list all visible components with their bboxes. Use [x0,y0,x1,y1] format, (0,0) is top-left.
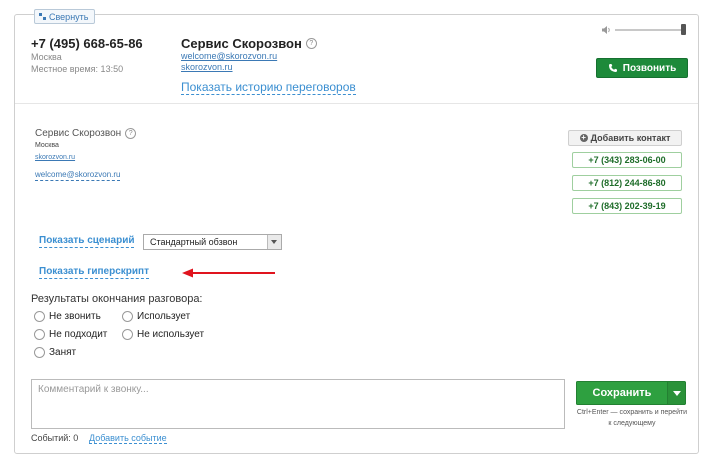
show-hyperscript-link[interactable]: Показать гиперскрипт [39,266,149,279]
red-arrow-annotation [182,268,275,278]
comment-textarea[interactable]: Комментарий к звонку... [31,379,565,429]
divider [15,103,698,104]
collapse-button[interactable]: Свернуть [34,9,96,24]
events-count: Событий: 0 [31,433,79,443]
contact-phone-button[interactable]: +7 (812) 244-86-80 [572,175,682,191]
volume-track[interactable] [615,29,685,31]
company-email-link[interactable]: welcome@skorozvon.ru [181,51,277,61]
radio-label: Занят [49,347,77,358]
contact-site-link[interactable]: skorozvon.ru [35,154,75,161]
add-contact-button[interactable]: + Добавить контакт [568,130,682,146]
save-button[interactable]: Сохранить [576,381,667,405]
call-button[interactable]: Позвонить [596,58,688,78]
add-event-link[interactable]: Добавить событие [89,433,167,444]
chevron-down-icon[interactable] [267,235,281,249]
add-contact-label: Добавить контакт [590,133,671,143]
save-hint: Ctrl+Enter — сохранить и перейти к следу… [576,409,688,427]
contact-name: Сервис Скорозвон ? [35,128,137,139]
contact-name-text: Сервис Скорозвон [35,128,122,139]
result-radio-option[interactable]: Использует [122,311,190,322]
results-label: Результаты окончания разговора: [31,293,203,305]
collapse-icon [39,13,46,20]
radio-label: Использует [137,311,191,322]
volume-knob[interactable] [681,24,686,35]
call-button-label: Позвонить [622,62,677,74]
result-radio-option[interactable]: Занят [34,347,76,358]
result-radio-option[interactable]: Не звонить [34,311,101,322]
save-button-group[interactable]: Сохранить [576,381,686,405]
help-icon[interactable]: ? [305,38,317,49]
radio-label: Не подходит [49,329,108,340]
scenario-select[interactable]: Стандартный обзвон [143,234,282,250]
volume-control[interactable] [601,24,689,36]
radio-circle[interactable] [34,347,45,358]
result-radio-option[interactable]: Не подходит [34,329,107,340]
local-time: Местное время: 13:50 [31,64,124,74]
radio-circle[interactable] [122,311,133,322]
company-name-text: Сервис Скорозвон [181,36,302,51]
contact-email-link[interactable]: welcome@skorozvon.ru [35,170,121,181]
speaker-icon [602,26,610,34]
radio-circle[interactable] [34,329,45,340]
phone-icon [608,64,617,72]
company-site-link[interactable]: skorozvon.ru [181,62,233,72]
contact-city: Москва [35,142,59,149]
result-radio-option[interactable]: Не использует [122,329,204,340]
contact-phone-button[interactable]: +7 (843) 202-39-19 [572,198,682,214]
caller-phone: +7 (495) 668-65-86 [31,36,143,51]
scenario-selected-value: Стандартный обзвон [150,237,238,247]
radio-label: Не использует [137,329,205,340]
radio-label: Не звонить [49,311,101,322]
collapse-label: Свернуть [49,11,89,22]
save-dropdown-chevron-icon[interactable] [667,381,686,405]
help-icon[interactable]: ? [125,128,137,139]
show-history-link[interactable]: Показать историю переговоров [181,80,356,95]
contact-phone-button[interactable]: +7 (343) 283-06-00 [572,152,682,168]
show-scenario-link[interactable]: Показать сценарий [39,235,135,248]
company-name: Сервис Скорозвон ? [181,36,317,51]
caller-city: Москва [31,52,62,62]
radio-circle[interactable] [34,311,45,322]
radio-circle[interactable] [122,329,133,340]
plus-icon: + [579,133,588,142]
